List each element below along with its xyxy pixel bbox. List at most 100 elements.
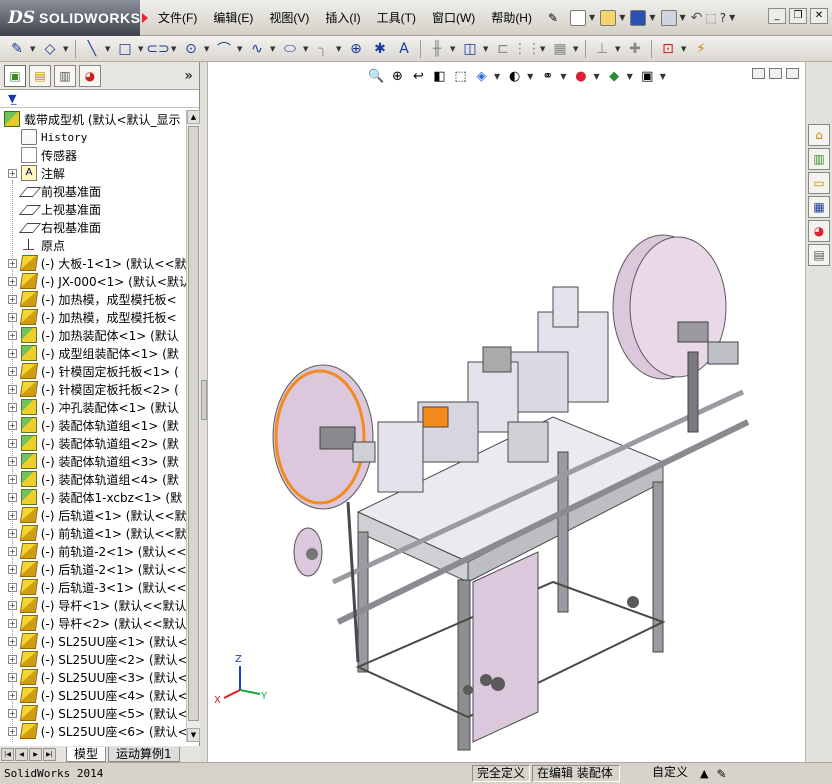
expand-icon[interactable]: + <box>8 474 17 484</box>
menu-edit[interactable]: 编辑(E) <box>205 7 261 29</box>
tree-node[interactable]: + (-) 装配体轨道组<1> (默 <box>0 416 186 434</box>
centerline-icon[interactable]: ✱ <box>369 39 391 59</box>
tree-node[interactable]: + (-) SL25UU座<5> (默认<< <box>0 704 186 722</box>
mirror-icon[interactable]: ⋮⋮ <box>513 39 541 59</box>
mirror-dropdown-icon[interactable]: ▼ <box>540 45 547 53</box>
offset-icon[interactable]: ⊏ <box>492 39 514 59</box>
menu-insert[interactable]: 插入(I) <box>317 7 368 29</box>
tree-node[interactable]: History <box>0 128 186 146</box>
tree-node[interactable]: + (-) 导杆<1> (默认<<默认 <box>0 596 186 614</box>
collapse-pane-icon[interactable] <box>201 380 207 420</box>
sketch-dropdown-icon[interactable]: ▼ <box>30 45 37 53</box>
open-dropdown-icon[interactable]: ▼ <box>619 13 625 22</box>
tree-scrollbar[interactable]: ▲ ▼ <box>186 110 200 742</box>
tree-node[interactable]: + (-) SL25UU座<4> (默认<< <box>0 686 186 704</box>
repair-icon[interactable]: ✚ <box>624 39 646 59</box>
custom-properties-icon[interactable]: ▤ <box>808 244 830 266</box>
view-palette-icon[interactable]: ▦ <box>808 196 830 218</box>
guide-roller[interactable] <box>293 527 323 577</box>
tab-model[interactable]: 模型 <box>66 746 107 762</box>
tree-node[interactable]: + (-) 前轨道-2<1> (默认<< <box>0 542 186 560</box>
open-icon[interactable] <box>600 9 617 26</box>
model-graphics[interactable]: Z X Y <box>208 62 805 762</box>
fillet-dropdown-icon[interactable]: ▼ <box>336 45 343 53</box>
relations-icon[interactable]: ⊥ <box>591 39 613 59</box>
expand-icon[interactable]: + <box>8 654 17 664</box>
left-reel[interactable] <box>272 364 376 510</box>
status-units[interactable]: 自定义 <box>622 765 692 782</box>
next-tab-icon[interactable]: ▶ <box>29 747 42 761</box>
pattern-dropdown-icon[interactable]: ▼ <box>573 45 580 53</box>
tree-node[interactable]: 传感器 <box>0 146 186 164</box>
tree-node[interactable]: + (-) 加热模，成型模托板< <box>0 290 186 308</box>
relations-dropdown-icon[interactable]: ▼ <box>615 45 622 53</box>
filter-bar[interactable]: ▼̲ <box>0 90 199 108</box>
status-help-icon[interactable]: ✎ <box>716 767 726 781</box>
tree-node[interactable]: + (-) 后轨道-3<1> (默认<< <box>0 578 186 596</box>
tree-node[interactable]: + (-) 导杆<2> (默认<<默认 <box>0 614 186 632</box>
expand-icon[interactable]: + <box>8 438 17 448</box>
expand-icon[interactable]: + <box>8 510 17 520</box>
solidworks-resources-icon[interactable]: ⌂ <box>808 124 830 146</box>
convert-dropdown-icon[interactable]: ▼ <box>483 45 490 53</box>
text-icon[interactable]: A <box>393 39 415 59</box>
help-icon[interactable]: ? <box>720 11 726 25</box>
expand-icon[interactable]: + <box>8 636 17 646</box>
tree-node[interactable]: + (-) 后轨道<1> (默认<<默 <box>0 506 186 524</box>
expand-icon[interactable]: + <box>8 672 17 682</box>
tree-node[interactable]: + (-) SL25UU座<6> (默认<< <box>0 722 186 740</box>
circle-dropdown-icon[interactable]: ▼ <box>204 45 211 53</box>
expand-icon[interactable]: + <box>8 312 17 322</box>
tree-node[interactable]: + (-) 装配体轨道组<4> (默 <box>0 470 186 488</box>
menu-view[interactable]: 视图(V) <box>261 7 317 29</box>
ellipse-icon[interactable]: ⬭ <box>279 39 301 59</box>
expand-icon[interactable]: + <box>8 528 17 538</box>
new-dropdown-icon[interactable]: ▼ <box>589 13 595 22</box>
first-tab-icon[interactable]: |◀ <box>1 747 14 761</box>
expand-icon[interactable]: + <box>8 330 17 340</box>
fillet-icon[interactable]: ╮ <box>312 39 334 59</box>
tree-node[interactable]: + (-) 装配体轨道组<2> (默 <box>0 434 186 452</box>
file-explorer-icon[interactable]: ▭ <box>808 172 830 194</box>
expand-icon[interactable]: + <box>8 384 17 394</box>
tab-motion-study[interactable]: 运动算例1 <box>108 746 180 762</box>
configuration-manager-tab-icon[interactable]: ▥ <box>54 64 76 87</box>
line-dropdown-icon[interactable]: ▼ <box>105 45 112 53</box>
line-icon[interactable]: ╲ <box>81 39 103 59</box>
tree-node[interactable]: 右视基准面 <box>0 218 186 236</box>
print-dropdown-icon[interactable]: ▼ <box>680 13 686 22</box>
restore-icon[interactable]: ❐ <box>789 8 807 24</box>
prev-tab-icon[interactable]: ◀ <box>15 747 28 761</box>
tree-node[interactable]: + (-) SL25UU座<3> (默认<< <box>0 668 186 686</box>
expand-icon[interactable]: + <box>8 492 17 502</box>
display-manager-tab-icon[interactable]: ◕ <box>79 64 101 87</box>
expand-icon[interactable]: + <box>8 402 17 412</box>
expand-icon[interactable]: + <box>8 276 17 286</box>
tree-node[interactable]: + (-) 装配体1-xcbz<1> (默 <box>0 488 186 506</box>
expand-icon[interactable]: + <box>8 546 17 556</box>
tree-node[interactable]: + (-) SL25UU座<2> (默认<< <box>0 650 186 668</box>
spline-icon[interactable]: ∿ <box>246 39 268 59</box>
expand-icon[interactable]: + <box>8 456 17 466</box>
quick-snaps-icon[interactable]: ⊡ <box>657 39 679 59</box>
expand-icon[interactable]: + <box>8 348 17 358</box>
tree-root[interactable]: 载带成型机 (默认<默认_显示 <box>0 110 186 128</box>
save-dropdown-icon[interactable]: ▼ <box>649 13 655 22</box>
tree-node[interactable]: + (-) JX-000<1> (默认<默认 <box>0 272 186 290</box>
rectangle-dropdown-icon[interactable]: ▼ <box>138 45 145 53</box>
expand-icon[interactable]: + <box>8 564 17 574</box>
ellipse-dropdown-icon[interactable]: ▼ <box>303 45 310 53</box>
design-library-icon[interactable]: ▥ <box>808 148 830 170</box>
tree-node[interactable]: + (-) 大板-1<1> (默认<<默 <box>0 254 186 272</box>
point-icon[interactable]: ⊕ <box>345 39 367 59</box>
tree-node[interactable]: 前视基准面 <box>0 182 186 200</box>
rapid-sketch-icon[interactable]: ⚡ <box>690 39 712 59</box>
pattern-icon[interactable]: ▦ <box>549 39 571 59</box>
slot-dropdown-icon[interactable]: ▼ <box>171 45 178 53</box>
snaps-dropdown-icon[interactable]: ▼ <box>681 45 688 53</box>
expand-icon[interactable]: + <box>8 168 17 178</box>
menu-tools[interactable]: 工具(T) <box>369 7 424 29</box>
scroll-thumb[interactable] <box>188 126 199 721</box>
undo-icon[interactable]: ↶ <box>691 10 703 26</box>
tree-node[interactable]: + A 注解 <box>0 164 186 182</box>
